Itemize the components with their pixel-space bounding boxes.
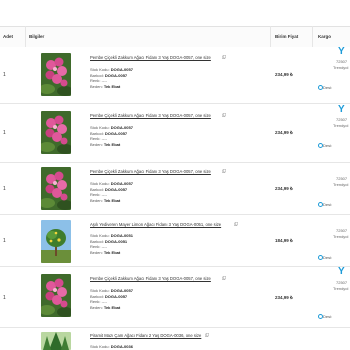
unit-price: 184,99 ₺ — [275, 238, 293, 243]
cargo-provider: Trendyol — [333, 182, 349, 187]
copy-icon[interactable] — [234, 222, 238, 226]
product-meta: Stok Kodu: DOGA-0057 Barkod: DOGA-0057 R… — [90, 181, 133, 204]
product-image-pink-flower[interactable] — [41, 274, 71, 317]
product-meta: Stok Kodu: DOGA-0057 Barkod: DOGA-0057 R… — [90, 288, 133, 311]
unit-price: 234,99 ₺ — [275, 186, 293, 191]
product-image-green-tree[interactable] — [41, 332, 71, 350]
product-name-link[interactable]: Piramit Mazı Çam Ağacı Fidanı 2 Yaş DOGA… — [90, 333, 201, 338]
cargo-number: 72507 — [336, 117, 348, 122]
table-header: Adet Bilgiler Birim Fiyat Kargo — [0, 26, 350, 48]
product-name-link[interactable]: Aşılı Yediveren Mayer Limon Ağacı Fidanı… — [90, 222, 221, 227]
unit-price: 234,99 ₺ — [275, 295, 293, 300]
row-qty: 1 — [3, 72, 6, 78]
cargo-number: 72507 — [336, 228, 348, 233]
product-image-lemon-tree[interactable] — [41, 220, 71, 263]
desi-label: Desi: — [323, 143, 333, 148]
cargo-logo: Y — [338, 266, 345, 277]
unit-price: 234,99 ₺ — [275, 72, 293, 77]
copy-icon[interactable] — [222, 169, 226, 173]
desi-label: Desi: — [323, 202, 333, 207]
desi-label: Desi: — [323, 85, 333, 90]
row-qty: 1 — [3, 238, 6, 244]
product-image-pink-flower[interactable] — [41, 53, 71, 96]
unit-price: 234,99 ₺ — [275, 130, 293, 135]
product-name-link[interactable]: Pembe Çiçekli Zakkum Ağacı Fidanı 3 Yaş … — [90, 55, 211, 60]
desi-label: Desi: — [323, 314, 333, 319]
row-qty: 1 — [3, 295, 6, 301]
cargo-provider: Trendyol — [333, 234, 349, 239]
product-meta: Stok Kodu: DOGA-0057 Barkod: DOGA-0057 R… — [90, 67, 133, 90]
product-name-link[interactable]: Pembe Çiçekli Zakkum Ağacı Fidanı 3 Yaş … — [90, 169, 211, 174]
product-meta: Stok Kodu: DOGA-0036 — [90, 344, 133, 349]
header-cargo: Kargo — [318, 34, 332, 39]
row-qty: 1 — [3, 186, 6, 192]
cargo-provider: Trendyol — [333, 65, 349, 70]
header-price: Birim Fiyat — [275, 34, 299, 39]
cargo-provider: Trendyol — [333, 286, 349, 291]
cargo-provider: Trendyol — [333, 123, 349, 128]
copy-icon[interactable] — [205, 333, 209, 337]
copy-icon[interactable] — [222, 276, 226, 280]
product-name-link[interactable]: Pembe Çiçekli Zakkum Ağacı Fidanı 3 Yaş … — [90, 113, 211, 118]
product-meta: Stok Kodu: DOGA-0057 Barkod: DOGA-0057 R… — [90, 125, 133, 148]
cargo-number: 72507 — [336, 176, 348, 181]
row-qty: 1 — [3, 130, 6, 136]
product-image-pink-flower[interactable] — [41, 111, 71, 154]
cargo-logo: Y — [338, 46, 345, 57]
cargo-logo: Y — [338, 104, 345, 115]
product-name-link[interactable]: Pembe Çiçekli Zakkum Ağacı Fidanı 3 Yaş … — [90, 276, 211, 281]
product-meta: Stok Kodu: DOGA-0051 Barkod: DOGA-0051 R… — [90, 233, 133, 256]
product-image-pink-flower[interactable] — [41, 167, 71, 210]
copy-icon[interactable] — [222, 55, 226, 59]
cargo-number: 72507 — [336, 280, 348, 285]
header-info: Bilgiler — [29, 34, 45, 39]
cargo-number: 72507 — [336, 59, 348, 64]
header-qty: Adet — [3, 34, 13, 39]
top-area — [0, 0, 350, 26]
copy-icon[interactable] — [222, 113, 226, 117]
desi-label: Desi: — [323, 255, 333, 260]
